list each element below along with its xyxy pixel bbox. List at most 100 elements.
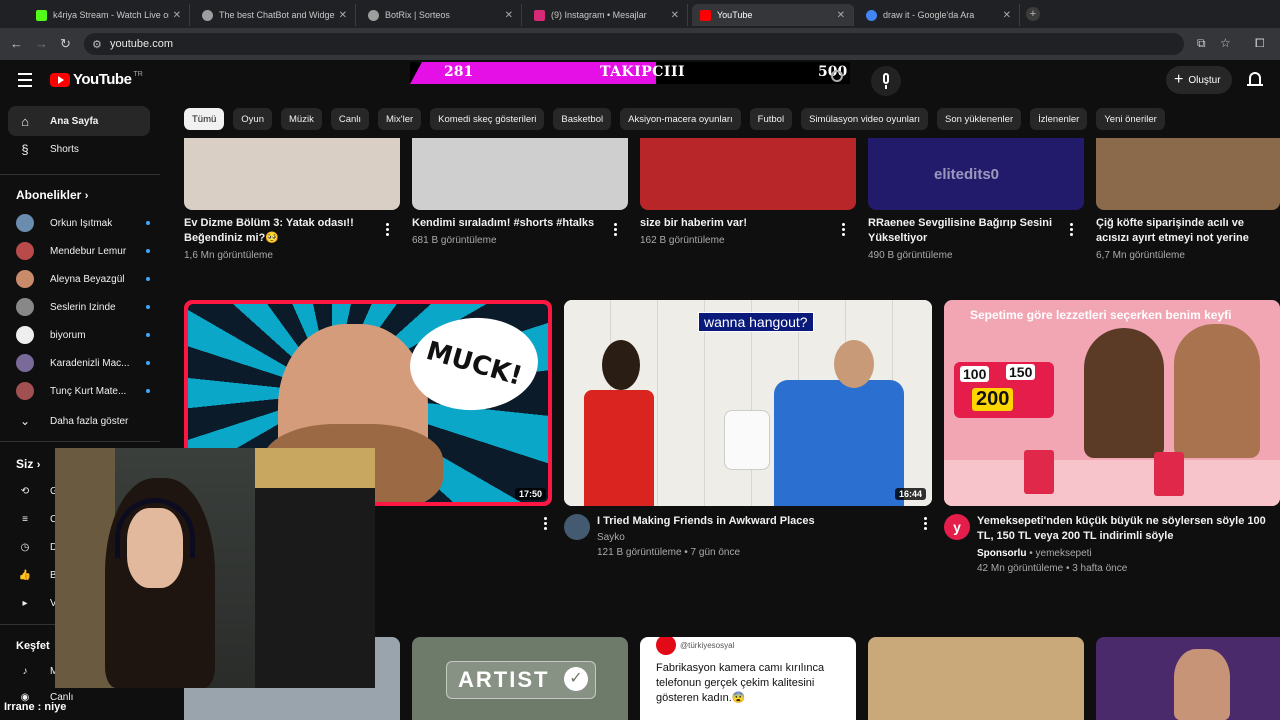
create-button[interactable]: + Oluştur <box>1166 66 1232 94</box>
filter-chip[interactable]: Komedi skeç gösterileri <box>430 108 545 130</box>
sidebar-subscription-item[interactable]: Orkun Işıtmak <box>16 210 150 236</box>
filter-chip[interactable]: Basketbol <box>553 108 612 130</box>
advertiser-name[interactable]: yemeksepeti <box>1036 548 1092 559</box>
video-thumbnail-row3-5[interactable] <box>1096 637 1280 720</box>
browser-tab-kick[interactable]: k4riya Stream - Watch Live on K ✕ <box>28 4 190 26</box>
video-title[interactable]: Çiğ köfte siparişinde acılı ve acısızı a… <box>1096 216 1276 247</box>
filter-chip[interactable]: Müzik <box>281 108 322 130</box>
sidebar-item-home[interactable]: ⌂ Ana Sayfa <box>8 106 150 136</box>
sidebar-subscription-item[interactable]: Tunç Kurt Mate... <box>16 378 150 404</box>
extensions-icon[interactable]: ⧠ <box>1255 36 1265 51</box>
menu-hamburger-icon[interactable] <box>18 73 32 91</box>
channel-avatar <box>16 270 34 288</box>
site-info-icon[interactable]: ⚙ <box>92 38 102 51</box>
browser-tab-youtube[interactable]: YouTube ✕ <box>692 4 854 26</box>
url-text: youtube.com <box>110 38 173 50</box>
video-thumbnail[interactable] <box>412 138 628 210</box>
video-title[interactable]: Yemeksepeti'nden küçük büyük ne söylerse… <box>977 514 1280 545</box>
channel-name[interactable]: Sayko <box>597 530 625 545</box>
follower-goal-label: TAKIPCIII <box>600 64 686 80</box>
video-stats: 162 B görüntüleme <box>640 235 725 246</box>
filter-chip[interactable]: Simülasyon video oyunları <box>801 108 928 130</box>
filter-chip[interactable]: Aksiyon-macera oyunları <box>620 108 741 130</box>
clock-icon: ◷ <box>20 541 30 553</box>
filter-chip[interactable]: Son yüklenenler <box>936 108 1022 130</box>
video-options-icon[interactable] <box>614 223 617 238</box>
back-arrow-icon[interactable]: ← <box>10 36 23 51</box>
video-thumbnail-row3-4[interactable] <box>868 637 1084 720</box>
price-badge-group: 100 150 200 <box>954 362 1054 418</box>
address-bar[interactable]: ⚙ youtube.com <box>84 33 1184 55</box>
browser-tab-instagram[interactable]: (9) Instagram • Mesajlar ✕ <box>526 4 688 26</box>
chevron-down-icon: ⌄ <box>19 414 31 428</box>
youtube-logo[interactable]: YouTube TR <box>50 71 143 88</box>
filter-chip[interactable]: Tümü <box>184 108 225 130</box>
bookmark-star-icon[interactable]: ☆ <box>1220 36 1231 50</box>
video-title[interactable]: Ev Dizme Bölüm 3: Yatak odası!! Beğendin… <box>184 216 380 247</box>
woman-image <box>1084 328 1164 458</box>
video-options-icon[interactable] <box>924 517 927 532</box>
filter-chip[interactable]: Yeni öneriler <box>1096 108 1165 130</box>
filter-chip[interactable]: Mix'ler <box>378 108 422 130</box>
video-thumbnail-2[interactable]: wanna hangout? 16:44 <box>564 300 932 506</box>
new-content-dot <box>146 277 150 281</box>
post-text: Fabrikasyon kamera camı kırılınca telefo… <box>656 662 825 704</box>
notifications-bell-icon[interactable] <box>1247 72 1263 86</box>
video-thumbnail-3-ad[interactable]: Sepetime göre lezzetleri seçerken benim … <box>944 300 1280 506</box>
video-options-icon[interactable] <box>386 223 389 238</box>
channel-avatar <box>16 214 34 232</box>
video-thumbnail[interactable] <box>640 138 856 210</box>
filter-chip[interactable]: Canlı <box>330 108 370 130</box>
browser-tab-google[interactable]: draw it - Google'da Ara ✕ <box>858 4 1020 26</box>
close-tab-icon[interactable]: ✕ <box>339 10 347 21</box>
video-thumbnail-row3-2[interactable]: ARTIST ✓ <box>412 637 628 720</box>
install-app-icon[interactable]: ⧉ <box>1197 36 1206 51</box>
reload-icon[interactable]: ↻ <box>60 36 71 52</box>
yemeksepeti-logo-icon[interactable]: y <box>944 514 970 540</box>
close-tab-icon[interactable]: ✕ <box>671 10 679 21</box>
video-title[interactable]: I Tried Making Friends in Awkward Places <box>597 514 917 530</box>
sidebar-subscription-item[interactable]: Aleyna Beyazgül <box>16 266 150 292</box>
video-options-icon[interactable] <box>544 517 547 532</box>
channel-avatar <box>16 298 34 316</box>
close-tab-icon[interactable]: ✕ <box>505 10 513 21</box>
youtube-header: YouTube TR 281 TAKIPCIII 500 <box>0 60 1280 102</box>
sidebar-subscription-item[interactable]: Mendebur Lemur <box>16 238 150 264</box>
price-150: 150 <box>1006 364 1036 380</box>
close-tab-icon[interactable]: ✕ <box>837 10 845 21</box>
video-thumbnail-row3-3[interactable]: @türkiyesosyal Fabrikasyon kamera camı k… <box>640 637 856 720</box>
video-thumbnail[interactable] <box>1096 138 1280 210</box>
show-more-button[interactable]: ⌄ Daha fazla göster <box>16 408 150 434</box>
video-thumbnail[interactable]: elitedits0 <box>868 138 1084 210</box>
close-tab-icon[interactable]: ✕ <box>173 10 181 21</box>
video-duration: 16:44 <box>894 488 926 500</box>
new-content-dot <box>146 221 150 225</box>
browser-tab-botrix[interactable]: BotRix | Sorteos ✕ <box>360 4 522 26</box>
channel-avatar <box>16 354 34 372</box>
video-title[interactable]: RRaenee Sevgilisine Bağırıp Sesini Yükse… <box>868 216 1064 247</box>
close-tab-icon[interactable]: ✕ <box>1003 10 1011 21</box>
person-head <box>834 340 874 388</box>
sidebar-subscription-item[interactable]: biyorum <box>16 322 150 348</box>
sidebar-subscription-item[interactable]: Seslerin İzinde <box>16 294 150 320</box>
you-heading[interactable]: Siz › <box>16 457 40 471</box>
sidebar-subscription-item[interactable]: Karadenizli Mac... <box>16 350 150 376</box>
subscriptions-heading[interactable]: Abonelikler › <box>16 188 88 202</box>
turkiye-sosyal-avatar <box>656 637 676 655</box>
channel-avatar-sayko[interactable] <box>564 514 590 540</box>
forward-arrow-icon[interactable]: → <box>35 36 48 51</box>
video-stats: 6,7 Mn görüntüleme <box>1096 250 1185 261</box>
filter-chip[interactable]: Futbol <box>749 108 793 130</box>
sidebar-item-shorts[interactable]: § Shorts <box>8 134 150 164</box>
search-icon[interactable] <box>831 70 843 82</box>
new-content-dot <box>146 305 150 309</box>
watermark-text: elitedits0 <box>934 166 1000 183</box>
new-tab-button[interactable]: + <box>1026 7 1040 21</box>
filter-chip[interactable]: Oyun <box>233 108 273 130</box>
video-options-icon[interactable] <box>1070 223 1073 238</box>
browser-tab-chatbot[interactable]: The best ChatBot and Widgets ✕ <box>194 4 356 26</box>
voice-search-button[interactable] <box>871 66 901 96</box>
video-thumbnail[interactable] <box>184 138 400 210</box>
video-options-icon[interactable] <box>842 223 845 238</box>
filter-chip[interactable]: İzlenenler <box>1030 108 1088 130</box>
